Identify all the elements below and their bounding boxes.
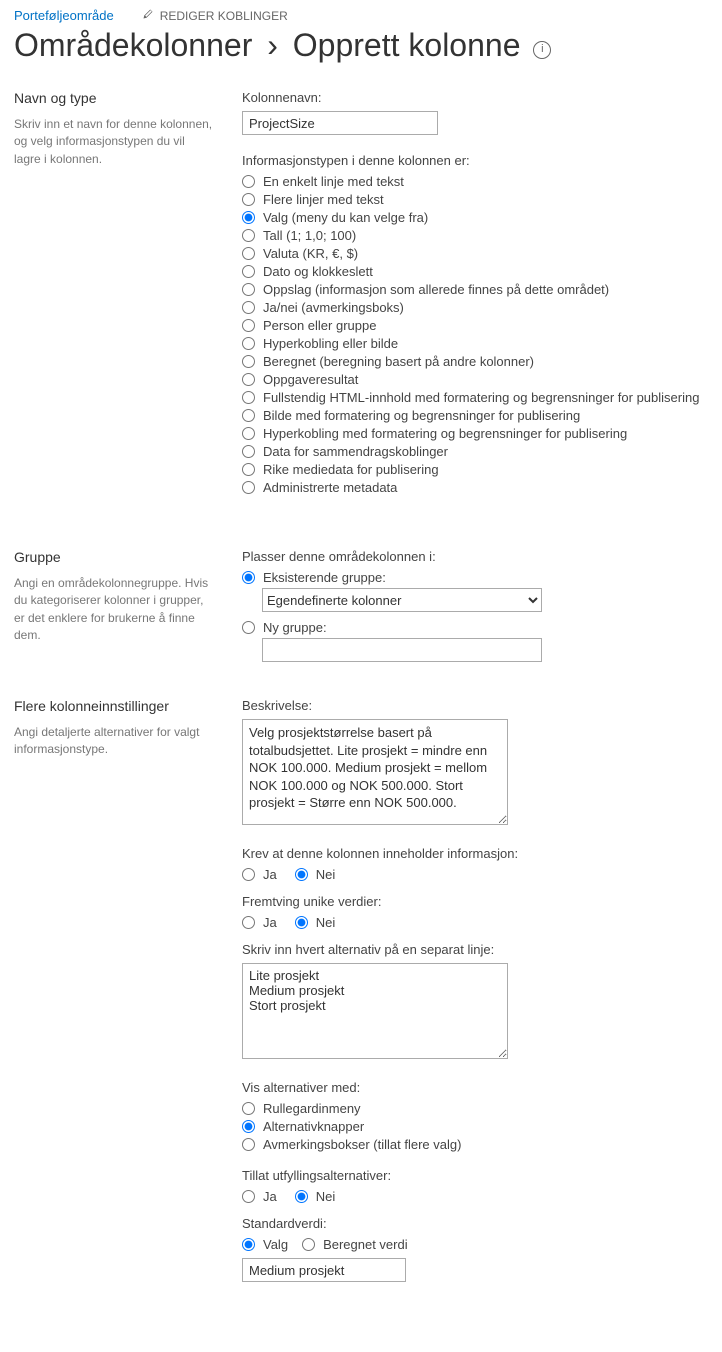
info-type-radio-5[interactable] [242,265,255,278]
more-settings-desc: Angi detaljerte alternativer for valgt i… [14,724,214,759]
pencil-icon [142,8,154,23]
info-type-label-0: En enkelt linje med tekst [263,174,404,189]
display-option-label-0: Rullegardinmeny [263,1101,361,1116]
column-name-label: Kolonnenavn: [242,90,708,105]
display-as-label: Vis alternativer med: [242,1080,708,1095]
info-type-label: Informasjonstypen i denne kolonnen er: [242,153,708,168]
group-heading: Gruppe [14,549,214,565]
info-type-label-11: Oppgaveresultat [263,372,358,387]
info-type-label-8: Person eller gruppe [263,318,376,333]
default-mode-label-0: Valg [263,1237,288,1252]
info-type-label-10: Beregnet (beregning basert på andre kolo… [263,354,534,369]
info-type-label-6: Oppslag (informasjon som allerede finnes… [263,282,609,297]
info-type-radio-3[interactable] [242,229,255,242]
description-label: Beskrivelse: [242,698,708,713]
require-label: Krev at denne kolonnen inneholder inform… [242,846,708,861]
info-type-label-17: Administrerte metadata [263,480,397,495]
info-type-label-4: Valuta (KR, €, $) [263,246,358,261]
info-type-label-9: Hyperkobling eller bilde [263,336,398,351]
existing-group-label: Eksisterende gruppe: [263,570,386,585]
display-option-radio-1[interactable] [242,1120,255,1133]
fillin-yes-radio[interactable] [242,1190,255,1203]
info-type-radio-7[interactable] [242,301,255,314]
default-mode-label-1: Beregnet verdi [323,1237,408,1252]
info-type-label-13: Bilde med formatering og begrensninger f… [263,408,580,423]
display-as-radiogroup: Rullegardinmeny Alternativknapper Avmerkin… [242,1101,708,1152]
existing-group-select[interactable]: Egendefinerte kolonner [262,588,542,612]
info-type-radio-2[interactable] [242,211,255,224]
existing-group-radio[interactable] [242,571,255,584]
new-group-input[interactable] [262,638,542,662]
breadcrumb-separator-icon: › [261,27,284,63]
name-type-heading: Navn og type [14,90,214,106]
info-type-label-14: Hyperkobling med formatering og begrensn… [263,426,627,441]
info-type-label-2: Valg (meny du kan velge fra) [263,210,428,225]
info-type-radio-11[interactable] [242,373,255,386]
info-type-radio-13[interactable] [242,409,255,422]
info-type-radio-10[interactable] [242,355,255,368]
info-type-radio-6[interactable] [242,283,255,296]
require-no-label: Nei [316,867,336,882]
unique-no-label: Nei [316,915,336,930]
edit-links-label: REDIGER KOBLINGER [160,9,288,23]
portfolio-area-link[interactable]: Porteføljeområde [14,8,114,23]
info-icon[interactable]: i [533,41,551,59]
more-settings-heading: Flere kolonneinnstillinger [14,698,214,714]
default-mode-radio-0[interactable] [242,1238,255,1251]
display-option-radio-2[interactable] [242,1138,255,1151]
display-option-label-1: Alternativknapper [263,1119,364,1134]
new-group-label: Ny gruppe: [263,620,327,635]
name-type-desc: Skriv inn et navn for denne kolonnen, og… [14,116,214,168]
description-textarea[interactable] [242,719,508,825]
edit-links-action[interactable]: REDIGER KOBLINGER [142,8,288,23]
info-type-label-1: Flere linjer med tekst [263,192,384,207]
page-title: Områdekolonner › Opprett kolonne i [14,27,708,64]
info-type-label-16: Rike mediedata for publisering [263,462,439,477]
display-option-label-2: Avmerkingsbokser (tillat flere valg) [263,1137,461,1152]
unique-label: Fremtving unike verdier: [242,894,708,909]
require-yes-label: Ja [263,867,277,882]
title-part1: Områdekolonner [14,27,252,63]
top-nav: Porteføljeområde REDIGER KOBLINGER [0,0,722,23]
info-type-label-15: Data for sammendragskoblinger [263,444,448,459]
choices-textarea[interactable] [242,963,508,1059]
require-yes-radio[interactable] [242,868,255,881]
group-desc: Angi en områdekolonnegruppe. Hvis du kat… [14,575,214,645]
place-column-label: Plasser denne områdekolonnen i: [242,549,708,564]
fillin-yes-label: Ja [263,1189,277,1204]
display-option-radio-0[interactable] [242,1102,255,1115]
info-type-label-5: Dato og klokkeslett [263,264,373,279]
require-no-radio[interactable] [295,868,308,881]
info-type-radio-8[interactable] [242,319,255,332]
unique-yes-label: Ja [263,915,277,930]
info-type-label-3: Tall (1; 1,0; 100) [263,228,356,243]
title-part2: Opprett kolonne [293,27,521,63]
column-name-input[interactable] [242,111,438,135]
info-type-radio-9[interactable] [242,337,255,350]
default-value-label: Standardverdi: [242,1216,708,1231]
default-mode-radio-1[interactable] [302,1238,315,1251]
new-group-radio[interactable] [242,621,255,634]
fillin-label: Tillat utfyllingsalternativer: [242,1168,708,1183]
info-type-radio-0[interactable] [242,175,255,188]
unique-no-radio[interactable] [295,916,308,929]
info-type-radio-17[interactable] [242,481,255,494]
info-type-radiogroup: En enkelt linje med tekst Flere linjer me… [242,174,708,495]
info-type-radio-14[interactable] [242,427,255,440]
info-type-label-7: Ja/nei (avmerkingsboks) [263,300,404,315]
default-value-input[interactable] [242,1258,406,1282]
info-type-label-12: Fullstendig HTML-innhold med formatering… [263,390,699,405]
fillin-no-label: Nei [316,1189,336,1204]
info-type-radio-1[interactable] [242,193,255,206]
info-type-radio-16[interactable] [242,463,255,476]
info-type-radio-15[interactable] [242,445,255,458]
unique-yes-radio[interactable] [242,916,255,929]
fillin-no-radio[interactable] [295,1190,308,1203]
info-type-radio-12[interactable] [242,391,255,404]
choices-label: Skriv inn hvert alternativ på en separat… [242,942,708,957]
info-type-radio-4[interactable] [242,247,255,260]
default-mode-radiogroup: Valg Beregnet verdi [242,1237,708,1252]
